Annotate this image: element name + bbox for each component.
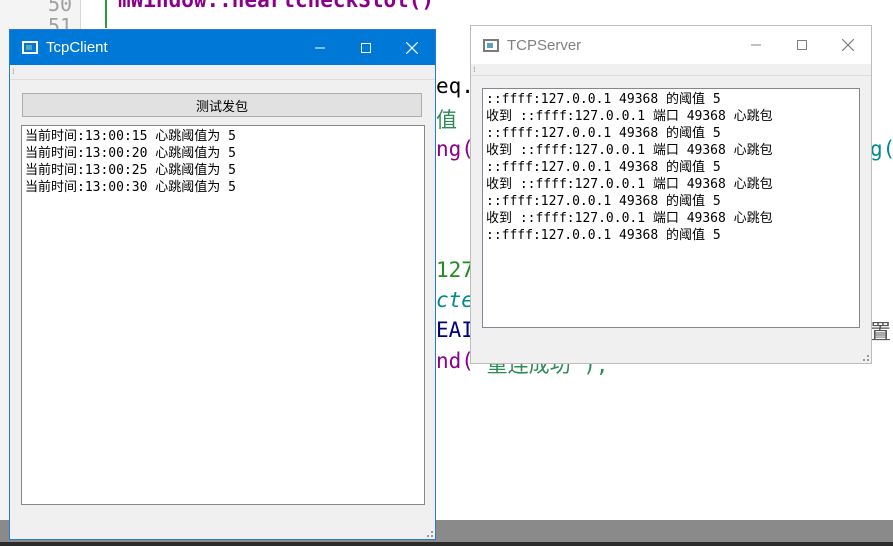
code-function-signature: mWindow::heartcheckSlot() bbox=[118, 0, 435, 12]
code-fragment: g( bbox=[870, 137, 893, 161]
toolbar-divider bbox=[10, 79, 435, 80]
change-marker bbox=[105, 0, 107, 28]
code-fragment: 值 bbox=[436, 108, 457, 132]
window-title: TcpClient bbox=[46, 39, 108, 56]
maximize-icon bbox=[797, 40, 807, 50]
toolbar-divider bbox=[471, 75, 871, 76]
minimize-icon bbox=[751, 44, 761, 46]
qt-window-icon bbox=[483, 38, 499, 52]
minimize-icon bbox=[315, 47, 325, 48]
code-fragment: ng( bbox=[436, 137, 474, 161]
close-button[interactable] bbox=[389, 30, 435, 65]
resize-grip-icon[interactable] bbox=[423, 527, 433, 537]
title-bar[interactable]: TcpClient bbox=[10, 30, 435, 65]
maximize-button[interactable] bbox=[779, 26, 825, 64]
editor-status-strip bbox=[0, 542, 893, 546]
qt-window-icon bbox=[22, 41, 38, 54]
log-line: ::ffff:127.0.0.1 49368 的阈值 5 bbox=[486, 126, 721, 141]
resize-grip-icon[interactable] bbox=[859, 351, 869, 361]
close-button[interactable] bbox=[825, 26, 871, 64]
window-title: TCPServer bbox=[507, 36, 582, 54]
log-line: ::ffff:127.0.0.1 49368 的阈值 5 bbox=[486, 160, 721, 175]
code-fragment: nd( bbox=[436, 349, 474, 373]
minimize-button[interactable] bbox=[733, 26, 779, 64]
close-icon bbox=[406, 41, 418, 54]
test-send-button[interactable]: 测试发包 bbox=[22, 93, 422, 117]
log-line: 收到 ::ffff:127.0.0.1 端口 49368 心跳包 bbox=[486, 143, 773, 158]
tcpserver-window[interactable]: TCPServer ⁞ ::ffff:127.0.0.1 49368 的阈值 5… bbox=[470, 25, 872, 364]
log-line: 当前时间:13:00:30 心跳阈值为 5 bbox=[25, 180, 236, 195]
log-line: 当前时间:13:00:25 心跳阈值为 5 bbox=[25, 163, 236, 178]
title-bar[interactable]: TCPServer bbox=[471, 26, 871, 64]
toolbar-grip-icon[interactable]: ⁞ bbox=[473, 66, 476, 74]
tcpclient-window[interactable]: TcpClient ⁞ 测试发包 当前时间:13:00:15 心跳阈值为 5 当… bbox=[9, 29, 436, 540]
code-fragment: 127 bbox=[436, 258, 474, 282]
log-line: 收到 ::ffff:127.0.0.1 端口 49368 心跳包 bbox=[486, 211, 773, 226]
log-line: ::ffff:127.0.0.1 49368 的阈值 5 bbox=[486, 228, 721, 243]
code-fragment: eq. bbox=[436, 74, 474, 98]
code-fragment: 置 bbox=[870, 320, 891, 344]
minimize-button[interactable] bbox=[297, 30, 343, 65]
log-line: 收到 ::ffff:127.0.0.1 端口 49368 心跳包 bbox=[486, 177, 773, 192]
log-line: ::ffff:127.0.0.1 49368 的阈值 5 bbox=[486, 194, 721, 209]
maximize-icon bbox=[361, 42, 371, 53]
client-log-textbox[interactable]: 当前时间:13:00:15 心跳阈值为 5 当前时间:13:00:20 心跳阈值… bbox=[21, 125, 425, 505]
log-line: 收到 ::ffff:127.0.0.1 端口 49368 心跳包 bbox=[486, 109, 773, 124]
toolbar-grip-icon[interactable]: ⁞ bbox=[12, 68, 15, 76]
server-log-textbox[interactable]: ::ffff:127.0.0.1 49368 的阈值 5 收到 ::ffff:1… bbox=[482, 88, 860, 328]
maximize-button[interactable] bbox=[343, 30, 389, 65]
close-icon bbox=[842, 39, 854, 51]
log-line: 当前时间:13:00:15 心跳阈值为 5 bbox=[25, 129, 236, 144]
log-line: 当前时间:13:00:20 心跳阈值为 5 bbox=[25, 146, 236, 161]
log-line: ::ffff:127.0.0.1 49368 的阈值 5 bbox=[486, 92, 721, 107]
code-fragment: EAI bbox=[436, 318, 474, 342]
code-fragment: cte bbox=[436, 288, 474, 312]
